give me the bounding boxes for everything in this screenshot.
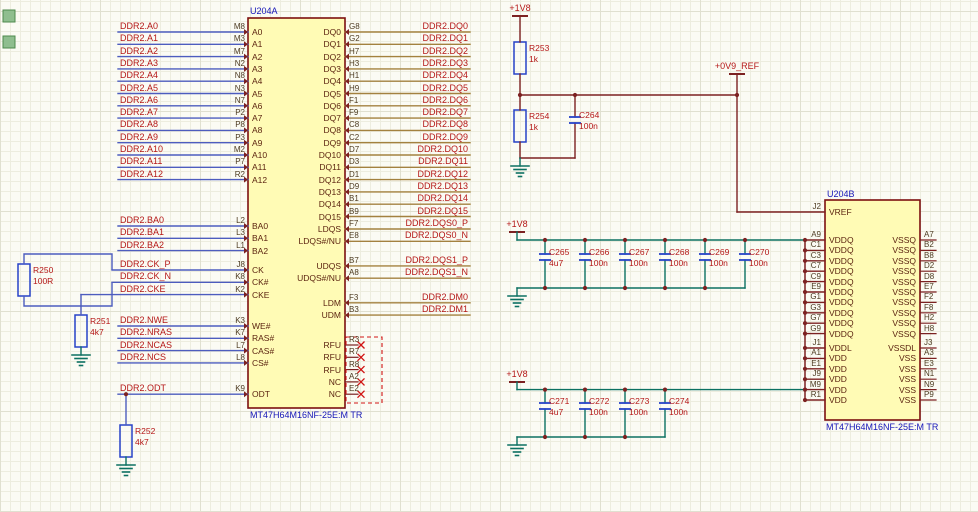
resistor-R254[interactable] (513, 109, 527, 143)
junction-dot (802, 310, 808, 315)
wire (23, 253, 113, 270)
junction-dot (662, 387, 668, 392)
junction-dot (802, 331, 808, 336)
u204a-body[interactable] (247, 17, 346, 409)
resistor-R251[interactable] (74, 314, 88, 348)
sheet-marker (2, 35, 16, 49)
junction-dot (517, 92, 523, 98)
junction-dot (734, 92, 740, 98)
junction-dot (802, 289, 808, 295)
junction-dot (622, 285, 628, 291)
junction-dot (802, 321, 808, 326)
wiring-layer (2, 9, 937, 477)
junction-dot (802, 356, 808, 361)
junction-dot (582, 285, 588, 291)
junction-dot (622, 387, 628, 392)
resistor-R253[interactable] (513, 41, 527, 75)
junction-dot (572, 92, 578, 98)
junction-dot (742, 237, 748, 243)
resistor-R252[interactable] (119, 424, 133, 458)
junction-dot (802, 387, 808, 392)
junction-dot (702, 237, 708, 243)
junction-dot (582, 434, 588, 440)
u204b-body[interactable] (824, 199, 921, 421)
junction-dot (702, 285, 708, 291)
junction-dot (802, 248, 808, 253)
schematic-canvas[interactable]: U204A MT47H64M16NF-25E:M TR DDR2.A0 M8 A0 DDR… (0, 0, 978, 512)
junction-dot (802, 300, 808, 305)
junction-dot (802, 258, 808, 263)
junction-dot (622, 434, 628, 440)
junction-dot (123, 392, 129, 397)
junction-dot (582, 387, 588, 392)
junction-dot (802, 397, 808, 403)
sheet-marker (2, 9, 16, 23)
junction-dot (662, 285, 668, 291)
junction-dot (542, 387, 548, 392)
junction-dot (542, 285, 548, 291)
junction-dot (622, 237, 628, 243)
junction-dot (802, 237, 808, 243)
junction-dot (802, 345, 808, 351)
junction-dot (802, 366, 808, 371)
junction-dot (802, 269, 808, 274)
junction-dot (542, 237, 548, 243)
junction-dot (802, 279, 808, 284)
resistor-R250[interactable] (17, 263, 31, 297)
junction-dot (582, 237, 588, 243)
junction-dot (542, 434, 548, 440)
junction-dot (662, 237, 668, 243)
junction-dot (802, 377, 808, 382)
